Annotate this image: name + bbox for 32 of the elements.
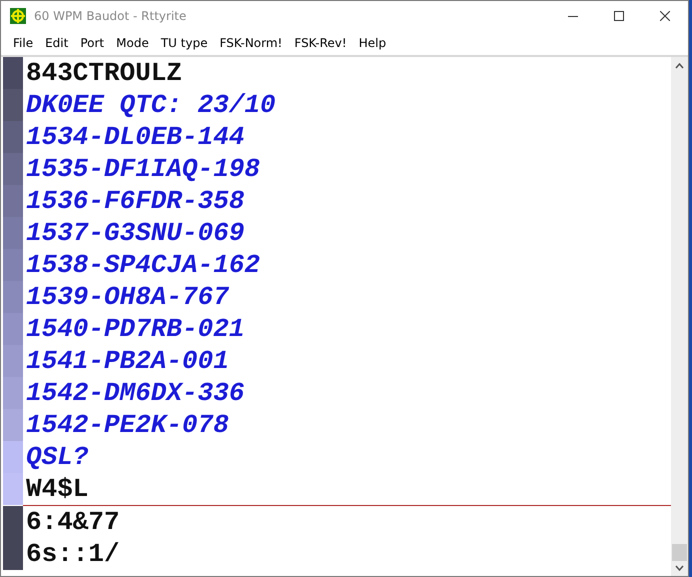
- app-icon: [10, 8, 26, 24]
- maximize-icon: [614, 11, 624, 21]
- menu-item[interactable]: Mode: [110, 34, 155, 52]
- menu-item[interactable]: Port: [74, 34, 110, 52]
- scrollbar[interactable]: [671, 57, 688, 576]
- scroll-thumb[interactable]: [672, 544, 687, 561]
- scroll-up-icon[interactable]: [675, 63, 684, 69]
- sent-text-line: 1536-F6FDR-358: [25, 185, 244, 217]
- sent-text-line: 1540-PD7RB-021: [25, 313, 244, 345]
- received-text-line: W4$L: [25, 473, 88, 505]
- menu-item[interactable]: FSK-Rev!: [288, 34, 353, 52]
- sent-text-line: 1539-OH8A-767: [25, 281, 229, 313]
- sent-text-line: 1542-DM6DX-336: [25, 377, 244, 409]
- sent-text-line: QSL?: [25, 441, 88, 473]
- scroll-down-icon[interactable]: [675, 565, 684, 571]
- close-icon: [660, 11, 670, 21]
- received-text-line: 6:4&77: [25, 506, 120, 538]
- received-text-line: 6s::1/: [25, 538, 120, 570]
- sent-text-line: 1537-G3SNU-069: [25, 217, 244, 249]
- sent-text-line: 1535-DF1IAQ-198: [25, 153, 260, 185]
- sent-text-line: 1542-PE2K-078: [25, 409, 229, 441]
- menu-item[interactable]: File: [7, 34, 40, 52]
- sent-text-line: 1541-PB2A-001: [25, 345, 229, 377]
- menu-item[interactable]: FSK-Norm!: [214, 34, 288, 52]
- sent-text-line: DK0EE QTC: 23/10: [25, 89, 276, 121]
- sent-text-line: 1538-SP4CJA-162: [25, 249, 260, 281]
- menu-item[interactable]: Edit: [39, 34, 74, 52]
- received-text-line: 843CTROULZ: [25, 57, 182, 89]
- window-title: 60 WPM Baudot - Rttyrite: [34, 8, 188, 25]
- menu-item[interactable]: TU type: [154, 34, 214, 52]
- menu-item[interactable]: Help: [352, 34, 392, 52]
- sent-text-line: 1534-DL0EB-144: [25, 121, 244, 153]
